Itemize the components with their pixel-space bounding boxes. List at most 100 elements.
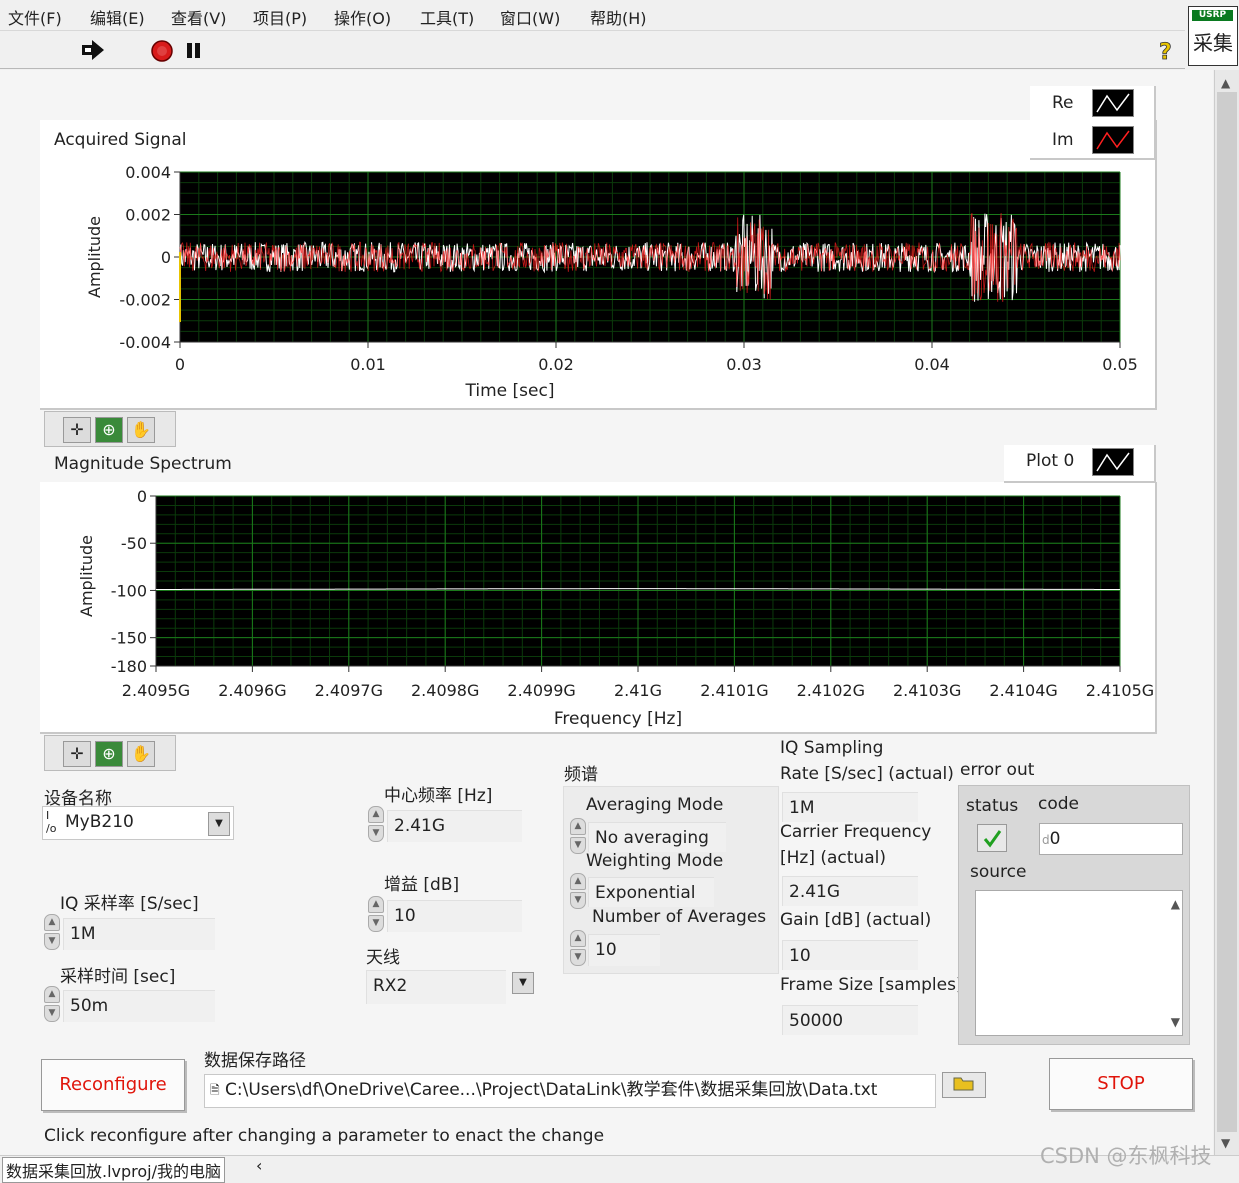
gain-actual-indicator: 10 xyxy=(782,940,918,970)
menu-file[interactable]: 文件(F) xyxy=(8,5,62,29)
x-tick-label: 0.03 xyxy=(726,355,762,374)
graph2-title: Magnitude Spectrum xyxy=(54,454,232,474)
legend-plot0: Plot 0 xyxy=(1026,451,1075,471)
graph2-legend[interactable]: Plot 0 xyxy=(1004,445,1156,483)
sample-time-stepper[interactable]: ▲ ▼ xyxy=(44,986,60,1022)
center-freq-stepper[interactable]: ▲ ▼ xyxy=(368,806,384,842)
status-label: status xyxy=(966,796,1019,816)
averaging-mode-stepper[interactable]: ▲ ▼ xyxy=(570,818,586,854)
y-tick-label: -0.004 xyxy=(119,333,171,352)
code-value: 0 xyxy=(1049,829,1061,849)
y-axis-label: Amplitude xyxy=(85,216,104,298)
x-tick-label: 0 xyxy=(175,355,185,374)
sample-time-label: 采样时间 [sec] xyxy=(60,967,176,987)
x-tick-label: 2.4102G xyxy=(797,681,865,700)
scroll-up-icon[interactable]: ▲ xyxy=(1221,76,1230,90)
y-axis-label: Amplitude xyxy=(77,535,96,617)
x-tick-label: 0.01 xyxy=(350,355,386,374)
gain-stepper[interactable]: ▲ ▼ xyxy=(368,896,384,932)
scroll-up-icon[interactable]: ▲ xyxy=(1171,897,1180,911)
x-tick-label: 2.4103G xyxy=(893,681,961,700)
cursor-tool-icon[interactable]: ✛ xyxy=(63,417,91,443)
legend-re: Re xyxy=(1052,93,1074,113)
gain-actual-label: Gain [dB] (actual) xyxy=(780,910,932,930)
device-name-select[interactable]: I/o MyB210 ▼ xyxy=(42,806,234,840)
zoom-tool-icon[interactable]: ⊕ xyxy=(95,741,123,767)
reconfigure-button[interactable]: Reconfigure xyxy=(41,1059,185,1111)
x-tick-label: 2.4095G xyxy=(122,681,190,700)
cursor-tool-icon[interactable]: ✛ xyxy=(63,741,91,767)
graph2-plot[interactable]: 0 -50 -100 -150 -180 2.4095G 2.4096G 2.4097G 2.4… xyxy=(40,484,1155,730)
abort-icon[interactable] xyxy=(150,39,174,63)
graph1-tools-palette: ✛ ⊕ ✋ xyxy=(44,411,176,447)
num-averages-stepper[interactable]: ▲ ▼ xyxy=(570,930,586,966)
weighting-mode-stepper[interactable]: ▲ ▼ xyxy=(570,873,586,909)
menu-project[interactable]: 项目(P) xyxy=(253,5,307,29)
x-tick-label: 0.02 xyxy=(538,355,574,374)
dropdown-arrow-icon[interactable]: ▼ xyxy=(208,812,230,836)
legend-plot0-swatch xyxy=(1092,448,1134,476)
x-tick-label: 2.4105G xyxy=(1086,681,1154,700)
graph1-legend[interactable]: Re Im xyxy=(1030,86,1156,160)
carrier-actual-label-line2: [Hz] (actual) xyxy=(780,848,886,868)
source-indicator: ▲ ▼ xyxy=(975,890,1183,1036)
scrollbar-thumb[interactable] xyxy=(1217,92,1237,1132)
x-tick-label: 2.4104G xyxy=(989,681,1057,700)
device-name-value: MyB210 xyxy=(65,812,134,832)
x-tick-label: 2.4096G xyxy=(218,681,286,700)
iq-rate-field[interactable]: 1M xyxy=(63,918,215,950)
x-axis-label: Time [sec] xyxy=(465,381,555,401)
center-freq-field[interactable]: 2.41G xyxy=(387,810,522,842)
num-averages-field[interactable]: 10 xyxy=(588,934,660,966)
gain-field[interactable]: 10 xyxy=(387,900,522,932)
path-label: 数据保存路径 xyxy=(204,1051,306,1071)
iq-actual-indicator: 1M xyxy=(782,792,918,822)
status-indicator xyxy=(977,824,1007,852)
iq-rate-label: IQ 采样率 [S/sec] xyxy=(60,894,199,914)
iq-actual-label-line1: IQ Sampling xyxy=(780,738,884,758)
folder-icon xyxy=(953,1077,974,1091)
stop-button[interactable]: STOP xyxy=(1049,1058,1193,1110)
zoom-tool-icon[interactable]: ⊕ xyxy=(95,417,123,443)
sample-time-field[interactable]: 50m xyxy=(63,990,215,1022)
antenna-label: 天线 xyxy=(366,948,400,968)
vertical-scrollbar[interactable]: ▲ ▼ xyxy=(1214,70,1239,1155)
scroll-down-icon[interactable]: ▼ xyxy=(1171,1015,1180,1029)
gain-label: 增益 [dB] xyxy=(384,875,460,895)
x-axis-label: Frequency [Hz] xyxy=(554,709,682,729)
menu-help[interactable]: 帮助(H) xyxy=(590,5,647,29)
y-tick-label: 0 xyxy=(161,248,171,267)
antenna-field[interactable]: RX2 xyxy=(366,970,506,1004)
help-icon[interactable]: ? xyxy=(1156,38,1178,64)
averaging-mode-field[interactable]: No averaging xyxy=(588,822,726,852)
run-continuously-icon[interactable] xyxy=(80,39,106,61)
menu-edit[interactable]: 编辑(E) xyxy=(90,5,145,29)
path-icon: 🗎 xyxy=(210,1083,220,1097)
error-out-label: error out xyxy=(960,760,1035,780)
y-tick-label: -0.002 xyxy=(119,291,171,310)
menu-tools[interactable]: 工具(T) xyxy=(420,5,474,29)
scroll-left-icon[interactable]: ‹ xyxy=(256,1156,262,1175)
y-tick-label: -180 xyxy=(111,657,147,676)
pause-icon[interactable] xyxy=(186,42,202,60)
graph1-plot[interactable]: 0.0040.0020-0.002-0.0040 0.01 0.02 0.03 0.04… xyxy=(40,160,1155,410)
menu-operate[interactable]: 操作(O) xyxy=(334,5,391,29)
y-tick-label: 0 xyxy=(137,487,147,506)
path-field[interactable]: 🗎 C:\Users\df\OneDrive\Caree...\Project\… xyxy=(204,1074,936,1108)
source-label: source xyxy=(970,862,1027,882)
pan-tool-icon[interactable]: ✋ xyxy=(127,741,155,767)
y-tick-label: -150 xyxy=(111,629,147,648)
menu-view[interactable]: 查看(V) xyxy=(171,5,226,29)
x-tick-label: 2.41G xyxy=(614,681,662,700)
x-tick-label: 2.4098G xyxy=(411,681,479,700)
weighting-mode-field[interactable]: Exponential xyxy=(588,877,714,907)
path-value: C:\Users\df\OneDrive\Caree...\Project\Da… xyxy=(225,1080,878,1100)
menu-window[interactable]: 窗口(W) xyxy=(500,5,560,29)
pan-tool-icon[interactable]: ✋ xyxy=(127,417,155,443)
scroll-down-icon[interactable]: ▼ xyxy=(1221,1136,1230,1150)
iq-rate-stepper[interactable]: ▲ ▼ xyxy=(44,914,60,950)
checkmark-icon xyxy=(983,830,1002,848)
dropdown-arrow-icon[interactable]: ▼ xyxy=(512,972,534,994)
browse-button[interactable] xyxy=(942,1072,986,1098)
io-name-icon: I/o xyxy=(46,809,57,835)
